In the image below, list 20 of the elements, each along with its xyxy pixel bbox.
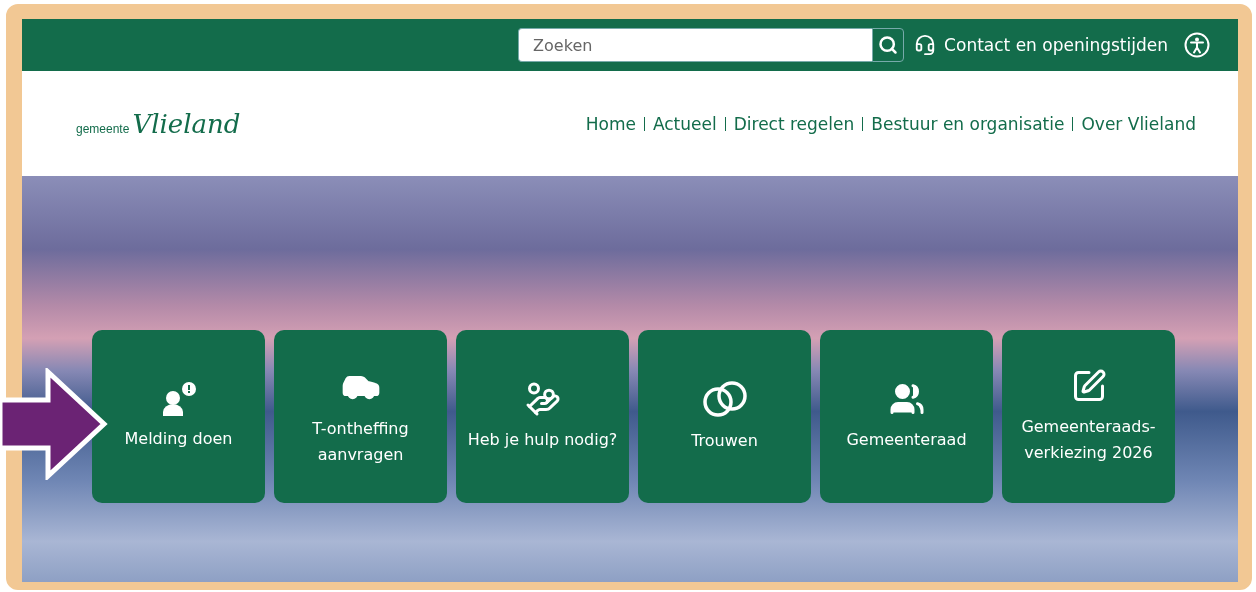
tile-link[interactable]: Trouwen (638, 330, 811, 503)
person-alert-icon (160, 381, 197, 416)
contact-link[interactable]: Contact en openingstijden (944, 35, 1168, 55)
nav-link[interactable]: Actueel (643, 116, 725, 131)
tile-link[interactable]: Gemeenteraads-verkiezing 2026 (1002, 330, 1175, 503)
accessibility-icon[interactable] (1184, 32, 1210, 58)
tile-link[interactable]: Heb je hulp nodig? (456, 330, 629, 503)
hand-coins-icon (524, 380, 561, 417)
tile-link[interactable]: Melding doen (92, 330, 265, 503)
tile-link[interactable]: T-ontheffing aanvragen (274, 330, 447, 503)
search-icon (878, 35, 899, 55)
search-button[interactable] (872, 28, 905, 62)
search-field[interactable]: Zoeken (518, 28, 873, 62)
rings-icon (700, 379, 749, 418)
tile-link[interactable]: Gemeenteraad (820, 330, 993, 503)
logo-name: Vlieland (132, 108, 241, 139)
logo-prefix: gemeente (76, 121, 130, 136)
nav-link[interactable]: Over Vlieland (1072, 116, 1204, 131)
headset-icon (914, 34, 937, 56)
nav-link[interactable]: Home (585, 116, 644, 131)
